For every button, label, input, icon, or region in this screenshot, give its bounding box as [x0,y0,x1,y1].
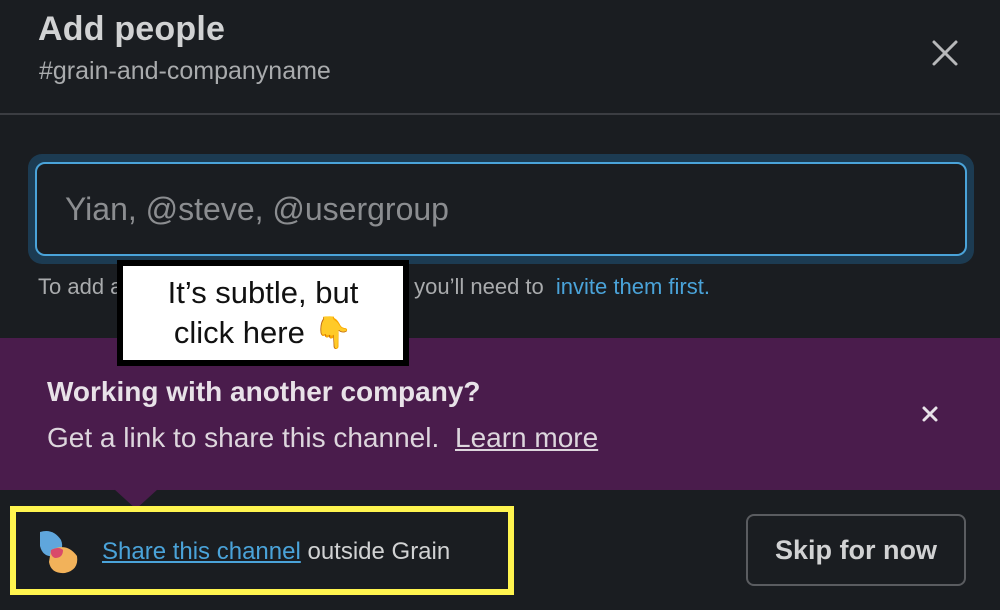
add-people-modal: Add people #grain-and-companyname To add… [0,0,1000,610]
people-search-input[interactable] [37,164,965,254]
modal-title: Add people [38,10,226,48]
banner-description: Get a link to share this channel. [47,422,440,453]
modal-header: Add people #grain-and-companyname [0,0,1000,115]
callout-line-1: It’s subtle, but [167,275,359,310]
pointing-down-icon: 👇 [313,315,353,350]
learn-more-link[interactable]: Learn more [455,422,598,453]
callout-line-2: click here 👇 [174,313,352,353]
share-channel-link[interactable]: Share this channel [102,538,301,565]
grain-logo-icon [37,528,79,574]
close-icon[interactable] [918,402,942,426]
annotation-callout: It’s subtle, but click here 👇 [117,260,409,366]
close-icon[interactable] [925,33,965,73]
banner-heading: Working with another company? [47,376,481,407]
invite-first-link[interactable]: invite them first. [556,274,710,299]
skip-button[interactable]: Skip for now [746,514,966,586]
share-rest-text: outside Grain [300,538,451,565]
people-input-container [35,162,967,256]
hint-text-start: To add a [38,274,123,299]
banner-text: Get a link to share this channel. Learn … [47,422,598,454]
channel-name: #grain-and-companyname [39,57,331,85]
share-channel-row: Share this channel outside Grain [102,538,450,566]
callout-line-2-text: click here [173,315,305,350]
